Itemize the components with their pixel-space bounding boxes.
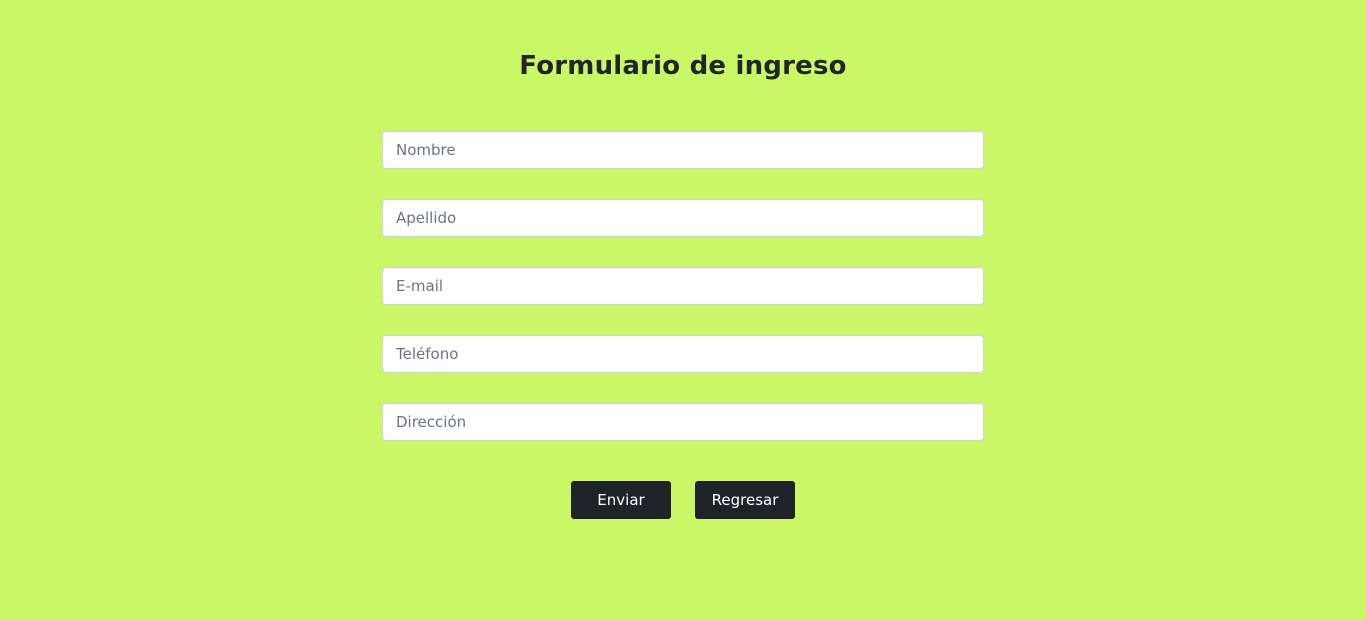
direccion-input[interactable]: [382, 403, 984, 441]
telefono-input[interactable]: [382, 335, 984, 373]
submit-button[interactable]: Enviar: [571, 481, 671, 519]
form-actions: Enviar Regresar: [0, 481, 1366, 519]
email-input[interactable]: [382, 267, 984, 305]
back-button[interactable]: Regresar: [695, 481, 795, 519]
apellido-input[interactable]: [382, 199, 984, 237]
nombre-input[interactable]: [382, 131, 984, 169]
page-title: Formulario de ingreso: [519, 51, 847, 81]
registration-form: [382, 131, 984, 471]
page: Formulario de ingreso Enviar Regresar: [0, 0, 1366, 620]
